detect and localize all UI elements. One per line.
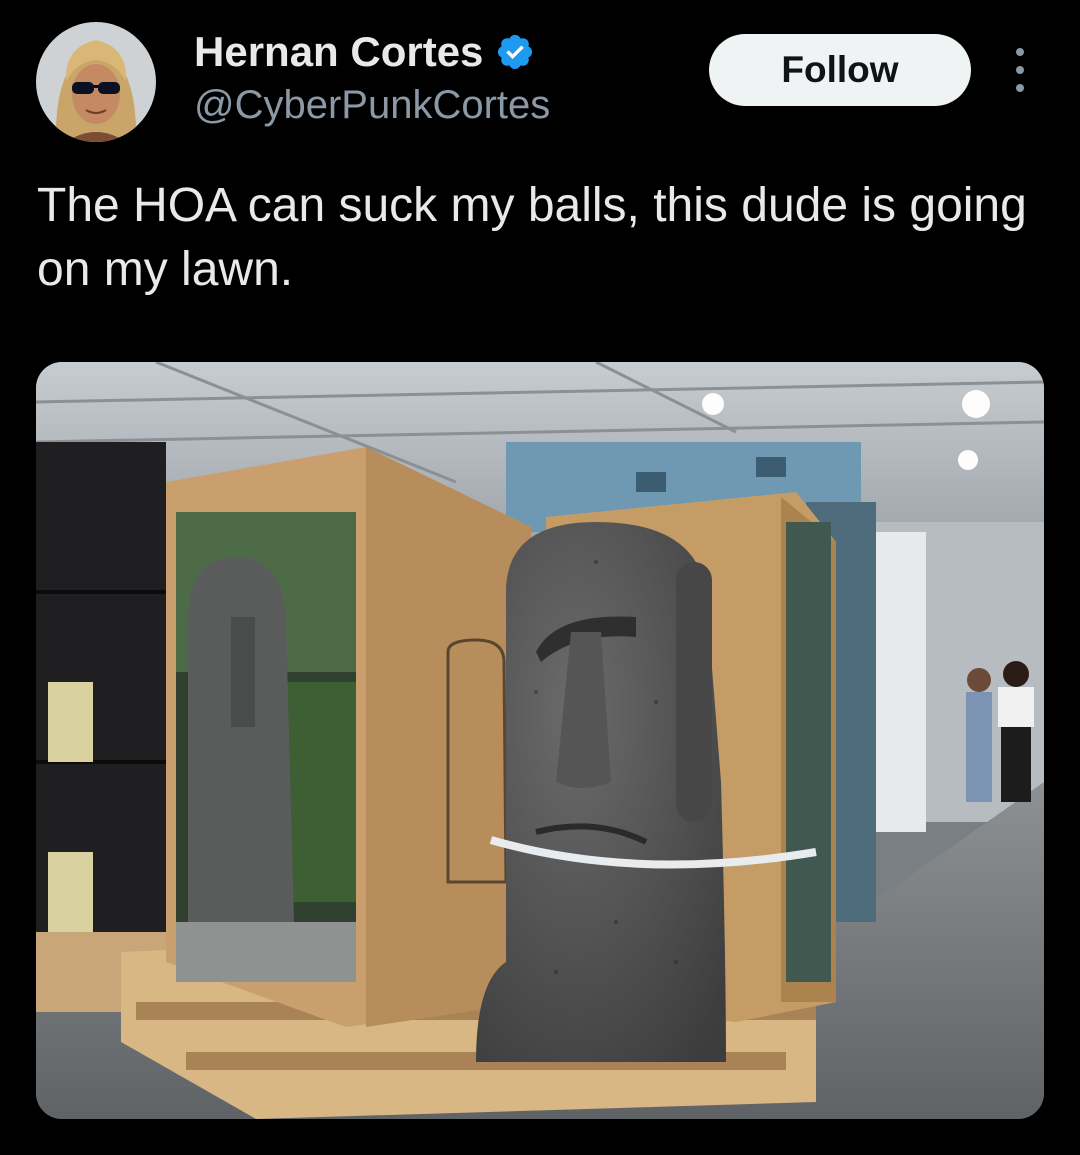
avatar[interactable] <box>36 22 156 142</box>
verified-badge-icon <box>498 34 533 70</box>
avatar-photo <box>36 22 156 142</box>
more-vertical-icon[interactable] <box>1006 48 1034 92</box>
author-name-row: Hernan Cortes <box>194 28 535 76</box>
tweet-text: The HOA can suck my balls, this dude is … <box>37 179 1027 296</box>
author-handle[interactable]: @CyberPunkCortes <box>194 82 550 128</box>
photo-moai-statues <box>36 362 1044 1119</box>
more-dot <box>1016 48 1024 56</box>
tweet-media-photo[interactable] <box>36 362 1044 1119</box>
follow-button[interactable]: Follow <box>709 34 971 106</box>
more-dot <box>1016 84 1024 92</box>
author-display-name[interactable]: Hernan Cortes <box>194 28 483 76</box>
more-dot <box>1016 66 1024 74</box>
